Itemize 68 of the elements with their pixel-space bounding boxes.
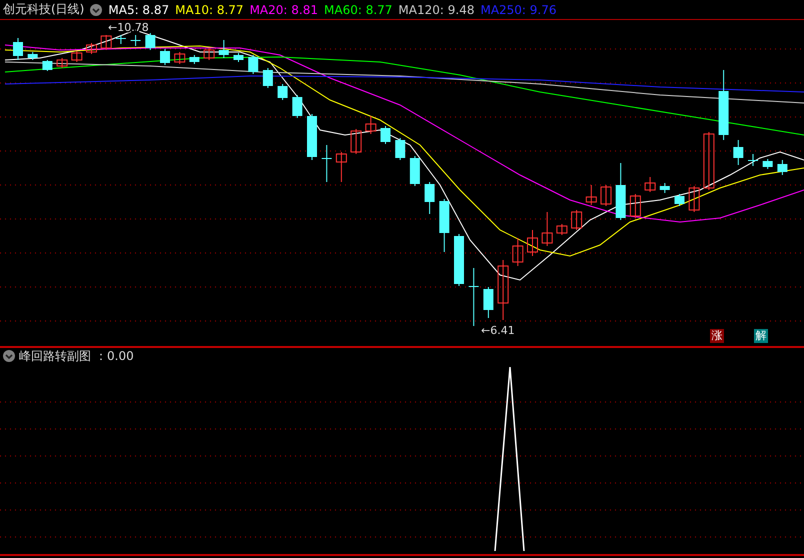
candlestick: [688, 186, 700, 212]
candlestick: [424, 182, 435, 214]
indicator-value: ：0.00: [95, 348, 134, 364]
candlestick: [28, 52, 38, 60]
indicator-label: MA10: 8.77: [175, 2, 244, 16]
candlestick: [454, 234, 464, 286]
candlestick: [527, 230, 538, 256]
signal-badge: 涨: [710, 329, 724, 343]
candlestick: [42, 60, 52, 72]
candlestick: [307, 114, 317, 160]
signal-badge: 解: [754, 329, 768, 343]
candlestick: [748, 154, 758, 166]
candlestick: [630, 194, 641, 218]
candlestick: [336, 152, 347, 182]
low-price-label: ←6.41: [481, 324, 515, 337]
candlestick: [703, 132, 714, 190]
candlestick: [542, 212, 553, 246]
dropdown-icon[interactable]: [3, 350, 15, 362]
candlestick: [733, 140, 744, 166]
candlestick: [498, 260, 509, 320]
candlestick: [556, 224, 568, 236]
candlestick: [262, 68, 273, 88]
indicator-label: MA5: 8.87: [108, 2, 170, 16]
candlestick: [160, 48, 170, 66]
candlestick: [718, 70, 729, 140]
stock-title: 创元科技(日线): [3, 1, 84, 18]
candlestick: [600, 184, 612, 206]
indicator-label: MA120: 9.48: [398, 2, 474, 16]
candlestick: [483, 286, 494, 318]
candlestick: [616, 162, 626, 220]
indicator-title: 峰回路转副图: [19, 348, 91, 364]
candlestick: [571, 210, 582, 230]
candlestick: [674, 194, 684, 206]
candlestick: [145, 32, 156, 50]
candlestick: [71, 50, 82, 62]
candlestick: [762, 158, 773, 170]
candlestick: [234, 52, 244, 62]
candlestick: [56, 58, 68, 68]
indicator-label: MA250: 9.76: [480, 2, 557, 16]
candlestick: [116, 34, 126, 44]
candlestick: [660, 182, 670, 194]
candlestick: [189, 54, 200, 64]
candlestick: [439, 198, 450, 252]
candlestick: [204, 48, 215, 60]
candlestick: [350, 128, 362, 154]
candlestick: [13, 38, 23, 60]
candlestick: [322, 144, 332, 182]
high-price-label: ←10.78: [108, 21, 149, 34]
candlestick: [278, 84, 288, 100]
candlestick: [248, 54, 258, 74]
candlestick: [586, 184, 597, 206]
candlestick: [644, 176, 656, 192]
candlestick: [395, 138, 406, 160]
candlestick: [468, 268, 479, 326]
candlestick: [365, 116, 376, 134]
candlestick: [86, 42, 97, 54]
candlestick: [380, 126, 390, 144]
candlestick: [410, 156, 420, 186]
candlestick: [130, 34, 141, 46]
candlestick: [218, 40, 229, 58]
candlestick: [174, 52, 186, 64]
indicator-label: MA60: 8.77: [324, 2, 392, 16]
indicator-label: MA20: 8.81: [250, 2, 318, 16]
candlestick: [777, 160, 788, 176]
candlestick: [292, 94, 302, 118]
candlestick: [100, 34, 112, 50]
dropdown-icon[interactable]: [90, 4, 102, 16]
candlestick: [512, 238, 524, 266]
